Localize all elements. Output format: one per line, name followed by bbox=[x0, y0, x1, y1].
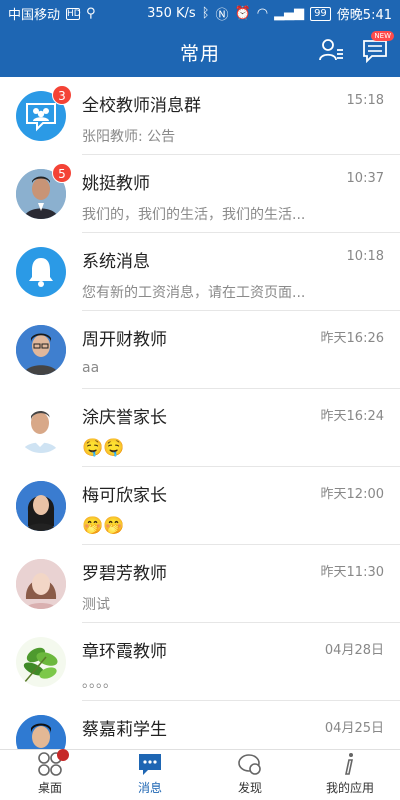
bottom-nav: 桌面 消息 发现 我的应用 bbox=[0, 749, 400, 800]
chat-time: 04月25日 bbox=[324, 721, 384, 736]
signal-icon: ▂▄▆ bbox=[274, 6, 305, 21]
chat-item[interactable]: 涂庆誉家长 昨天16:24 🤤🤤 bbox=[0, 389, 400, 467]
avatar bbox=[16, 325, 66, 375]
chat-preview: 我们的，我们的生活，我们的生活... bbox=[82, 207, 306, 223]
contacts-icon bbox=[319, 39, 343, 61]
nfc-icon: Ⓝ bbox=[215, 8, 229, 23]
page-title: 常用 bbox=[179, 42, 220, 65]
nav-label: 桌面 bbox=[37, 781, 62, 795]
chat-item[interactable]: 周开财教师 昨天16:26 aa bbox=[0, 311, 400, 389]
avatar: 3 bbox=[16, 85, 72, 141]
chat-item[interactable]: 5 姚挺教师 10:37 我们的，我们的生活，我们的生活... bbox=[0, 155, 400, 233]
chat-name: 全校教师消息群 bbox=[82, 96, 201, 116]
chat-preview: aa bbox=[82, 360, 100, 376]
plant-photo bbox=[16, 637, 66, 687]
person-photo bbox=[16, 715, 66, 749]
unread-badge: 3 bbox=[52, 85, 72, 105]
chat-list[interactable]: 3 全校教师消息群 15:18 张阳教师: 公告 5 姚挺教师 10:37 我们… bbox=[0, 77, 400, 749]
chat-item[interactable]: 章环霞教师 04月28日 。。。。 bbox=[0, 623, 400, 701]
chat-time: 10:37 bbox=[346, 171, 384, 186]
nav-desktop[interactable]: 桌面 bbox=[0, 749, 100, 800]
battery-indicator: 99 bbox=[310, 6, 331, 21]
chat-item[interactable]: 罗碧芳教师 昨天11:30 测试 bbox=[0, 545, 400, 623]
wifi-icon: ◠ bbox=[256, 6, 269, 21]
info-icon bbox=[337, 751, 363, 777]
discover-icon bbox=[237, 751, 263, 777]
chat-time: 昨天11:30 bbox=[320, 565, 384, 580]
nav-label: 消息 bbox=[137, 781, 162, 795]
usb-icon: ⚲ bbox=[86, 6, 96, 21]
chat-item[interactable]: 梅可欣家长 昨天12:00 🤭🤭 bbox=[0, 467, 400, 545]
chat-time: 04月28日 bbox=[324, 643, 384, 658]
nav-my-apps[interactable]: 我的应用 bbox=[300, 750, 400, 800]
notice-button[interactable]: NEW bbox=[362, 31, 394, 64]
chat-name: 系统消息 bbox=[82, 252, 150, 272]
nav-label: 我的应用 bbox=[325, 781, 374, 795]
avatar bbox=[16, 403, 66, 453]
carrier-label: 中国移动 bbox=[8, 8, 61, 23]
chat-bubble-icon bbox=[137, 751, 163, 777]
chat-preview: 。。。。 bbox=[82, 675, 117, 691]
chat-item[interactable]: 系统消息 10:18 您有新的工资消息，请在工资页面... bbox=[0, 233, 400, 311]
avatar bbox=[16, 715, 66, 749]
avatar bbox=[16, 481, 66, 531]
unread-badge: 5 bbox=[52, 163, 72, 183]
avatar bbox=[16, 247, 66, 297]
chat-name: 姚挺教师 bbox=[82, 174, 150, 194]
new-badge: NEW bbox=[371, 31, 394, 41]
network-speed: 350 K/s bbox=[147, 6, 196, 21]
chat-time: 昨天16:24 bbox=[320, 409, 384, 424]
avatar bbox=[16, 559, 66, 609]
person-photo bbox=[16, 325, 66, 375]
nav-messages[interactable]: 消息 bbox=[100, 750, 200, 800]
chat-time: 昨天12:00 bbox=[320, 487, 384, 502]
notification-dot bbox=[57, 749, 69, 761]
chat-item[interactable]: 3 全校教师消息群 15:18 张阳教师: 公告 bbox=[0, 77, 400, 155]
grid-icon bbox=[37, 749, 69, 777]
nav-label: 发现 bbox=[237, 781, 262, 795]
nav-discover[interactable]: 发现 bbox=[200, 750, 300, 800]
status-bar: 中国移动 HD ⚲ 350 K/s ᛒ Ⓝ ⏰ ◠ ▂▄▆ 99 傍晚5:41 bbox=[0, 0, 400, 27]
chat-preview: 您有新的工资消息，请在工资页面... bbox=[82, 285, 306, 301]
chat-preview: 🤭🤭 bbox=[82, 516, 125, 536]
chat-preview: 测试 bbox=[82, 597, 110, 613]
person-photo bbox=[16, 559, 66, 609]
default-avatar-icon bbox=[16, 403, 66, 453]
chat-time: 10:18 bbox=[346, 249, 384, 264]
bluetooth-icon: ᛒ bbox=[201, 6, 210, 21]
person-photo bbox=[16, 481, 66, 531]
avatar: 5 bbox=[16, 163, 72, 219]
chat-item[interactable]: 蔡嘉莉学生 04月25日 bbox=[0, 701, 400, 749]
chat-preview: 🤤🤤 bbox=[82, 438, 125, 458]
hd-icon: HD bbox=[66, 7, 81, 20]
alarm-icon: ⏰ bbox=[234, 6, 251, 21]
avatar bbox=[16, 637, 66, 687]
app-header: 常用 NEW bbox=[0, 27, 400, 77]
chat-time: 15:18 bbox=[346, 93, 384, 108]
bell-icon bbox=[29, 258, 53, 287]
contacts-button[interactable] bbox=[318, 37, 344, 63]
chat-preview: 张阳教师: 公告 bbox=[82, 129, 176, 145]
status-time: 傍晚5:41 bbox=[336, 8, 392, 23]
chat-time: 昨天16:26 bbox=[320, 331, 384, 346]
